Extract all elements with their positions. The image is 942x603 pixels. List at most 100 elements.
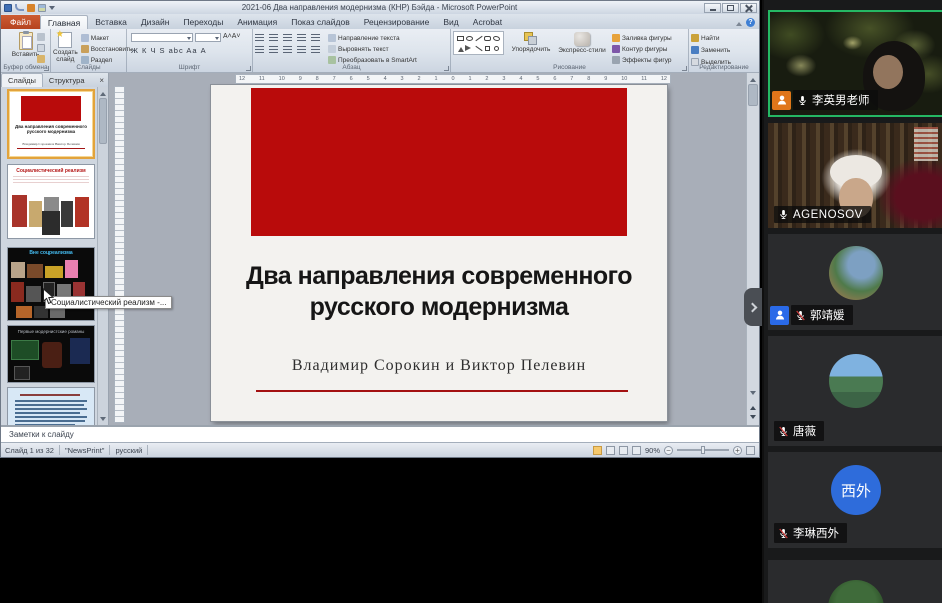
- language-indicator[interactable]: русский: [115, 446, 142, 455]
- fit-to-window-button[interactable]: [746, 446, 755, 455]
- align-right-icon[interactable]: [283, 46, 292, 54]
- cut-icon[interactable]: [37, 33, 45, 41]
- tab-home[interactable]: Главная: [40, 15, 88, 29]
- tab-review[interactable]: Рецензирование: [357, 15, 437, 29]
- shape-oval-icon[interactable]: [493, 36, 500, 41]
- help-icon[interactable]: ?: [746, 18, 755, 27]
- zoom-slider-thumb[interactable]: [701, 446, 705, 454]
- font-size-combo[interactable]: [195, 33, 221, 42]
- vertical-ruler[interactable]: [114, 86, 125, 423]
- scrollbar-thumb[interactable]: [99, 98, 107, 144]
- participant-tile-3[interactable]: 郭靖媛: [768, 234, 942, 330]
- slide-sorter-view-button[interactable]: [606, 446, 615, 455]
- replace-button[interactable]: Заменить: [691, 45, 757, 55]
- zoom-in-button[interactable]: +: [733, 446, 742, 455]
- maximize-button[interactable]: [722, 3, 739, 13]
- arrange-button[interactable]: Упорядочить: [510, 31, 552, 53]
- tab-file[interactable]: Файл: [1, 15, 40, 29]
- tab-insert[interactable]: Вставка: [88, 15, 134, 29]
- scroll-up-arrow[interactable]: [98, 87, 108, 97]
- indent-decrease-icon[interactable]: [283, 34, 292, 42]
- shape-outline-button[interactable]: Контур фигуры: [612, 44, 672, 54]
- bullets-icon[interactable]: [255, 34, 264, 42]
- previous-slide-button[interactable]: [747, 401, 759, 411]
- reading-view-button[interactable]: [619, 446, 628, 455]
- slide-thumbnail-5[interactable]: [7, 387, 95, 425]
- scroll-down-arrow[interactable]: [98, 415, 108, 425]
- editor-scroll-down[interactable]: [747, 389, 759, 399]
- tab-transitions[interactable]: Переходы: [176, 15, 230, 29]
- zoom-slider[interactable]: [677, 449, 729, 451]
- slideshow-view-button[interactable]: [632, 446, 641, 455]
- shape-brace-icon[interactable]: [494, 46, 499, 51]
- shape-bracket-icon[interactable]: [485, 46, 490, 51]
- shape-ellipse-icon[interactable]: [466, 36, 473, 41]
- editor-scroll-thumb[interactable]: [748, 84, 758, 106]
- shape-rect-icon[interactable]: [457, 36, 464, 41]
- custom-qat-icon[interactable]: [38, 4, 46, 12]
- save-icon[interactable]: [4, 4, 12, 12]
- redo-icon[interactable]: [27, 4, 35, 12]
- numbering-icon[interactable]: [269, 34, 278, 42]
- slide-canvas[interactable]: Два направления современного русского мо…: [211, 85, 667, 421]
- layout-button[interactable]: Макет: [81, 33, 133, 43]
- shape-triangle-icon[interactable]: [458, 44, 464, 52]
- clipboard-dialog-launcher[interactable]: [44, 66, 49, 71]
- tab-animations[interactable]: Анимация: [230, 15, 284, 29]
- slide-thumbnail-4[interactable]: Первые модернистские романы: [7, 325, 95, 383]
- notes-pane[interactable]: Заметки к слайду: [1, 425, 759, 442]
- copy-icon[interactable]: [37, 44, 45, 52]
- format-painter-icon[interactable]: [37, 55, 45, 63]
- minimize-button[interactable]: [704, 3, 721, 13]
- participant-tile-5[interactable]: 西外 李琳西外: [768, 452, 942, 548]
- editor-scroll-up[interactable]: [747, 73, 759, 83]
- indent-increase-icon[interactable]: [297, 34, 306, 42]
- participant-tile-1[interactable]: 李英男老师: [768, 10, 942, 117]
- find-button[interactable]: Найти: [691, 33, 757, 43]
- undo-icon[interactable]: [15, 4, 24, 11]
- horizontal-ruler[interactable]: 12 11 10 9 8 7 6 5 4 3 2 1 0 1 2 3 4 5 6…: [235, 74, 671, 84]
- drawing-dialog-launcher[interactable]: [682, 66, 687, 71]
- shape-arrow-icon[interactable]: [465, 45, 474, 51]
- panel-tab-outline[interactable]: Структура: [43, 74, 91, 87]
- tab-view[interactable]: Вид: [436, 15, 465, 29]
- shape-fill-button[interactable]: Заливка фигуры: [612, 33, 672, 43]
- quick-styles-button[interactable]: Экспресс-стили: [558, 31, 606, 54]
- new-slide-button[interactable]: Создать слайд: [53, 31, 78, 65]
- zoom-out-button[interactable]: −: [664, 446, 673, 455]
- panel-tab-slides[interactable]: Слайды: [1, 73, 43, 87]
- tab-design[interactable]: Дизайн: [134, 15, 177, 29]
- thumbnails-scrollbar[interactable]: [97, 87, 108, 425]
- tab-slideshow[interactable]: Показ слайдов: [284, 15, 357, 29]
- editor-scrollbar[interactable]: [746, 73, 759, 425]
- font-format-buttons[interactable]: Ж К Ч S abc Aa А: [129, 42, 250, 55]
- slide-title[interactable]: Два направления современного русского мо…: [219, 261, 659, 323]
- columns-icon[interactable]: [311, 46, 320, 54]
- grow-shrink-font-icons[interactable]: A˄A˅: [223, 33, 241, 42]
- slide-thumbnail-1[interactable]: Два направления современного русского мо…: [7, 89, 95, 159]
- font-name-combo[interactable]: [131, 33, 193, 42]
- shapes-gallery[interactable]: [453, 31, 504, 55]
- align-text-button[interactable]: Выровнять текст: [328, 44, 417, 54]
- slide-subtitle[interactable]: Владимир Сорокин и Виктор Пелевин: [254, 357, 624, 375]
- slide-red-rectangle[interactable]: [251, 88, 627, 236]
- next-slide-button[interactable]: [747, 413, 759, 423]
- text-direction-button[interactable]: Направление текста: [328, 33, 417, 43]
- collapse-ribbon-icon[interactable]: [736, 19, 742, 26]
- zoom-percent[interactable]: 90%: [645, 446, 660, 455]
- participant-tile-4[interactable]: 唐薇: [768, 336, 942, 446]
- participant-tile-2[interactable]: AGENOSOV: [768, 123, 942, 228]
- normal-view-button[interactable]: [593, 446, 602, 455]
- tab-acrobat[interactable]: Acrobat: [466, 15, 509, 29]
- font-dialog-launcher[interactable]: [246, 66, 251, 71]
- close-button[interactable]: [740, 3, 757, 13]
- participant-tile-6[interactable]: [768, 560, 942, 603]
- title-bar[interactable]: 2021-06 Два направления модернизма (КНР)…: [1, 1, 759, 14]
- justify-icon[interactable]: [297, 46, 306, 54]
- paragraph-dialog-launcher[interactable]: [444, 66, 449, 71]
- shape-line-icon[interactable]: [475, 35, 482, 40]
- shape-connector-icon[interactable]: [475, 45, 482, 50]
- reset-button[interactable]: Восстановить: [81, 44, 133, 54]
- align-left-icon[interactable]: [255, 46, 264, 54]
- sidebar-collapse-control[interactable]: [744, 288, 762, 326]
